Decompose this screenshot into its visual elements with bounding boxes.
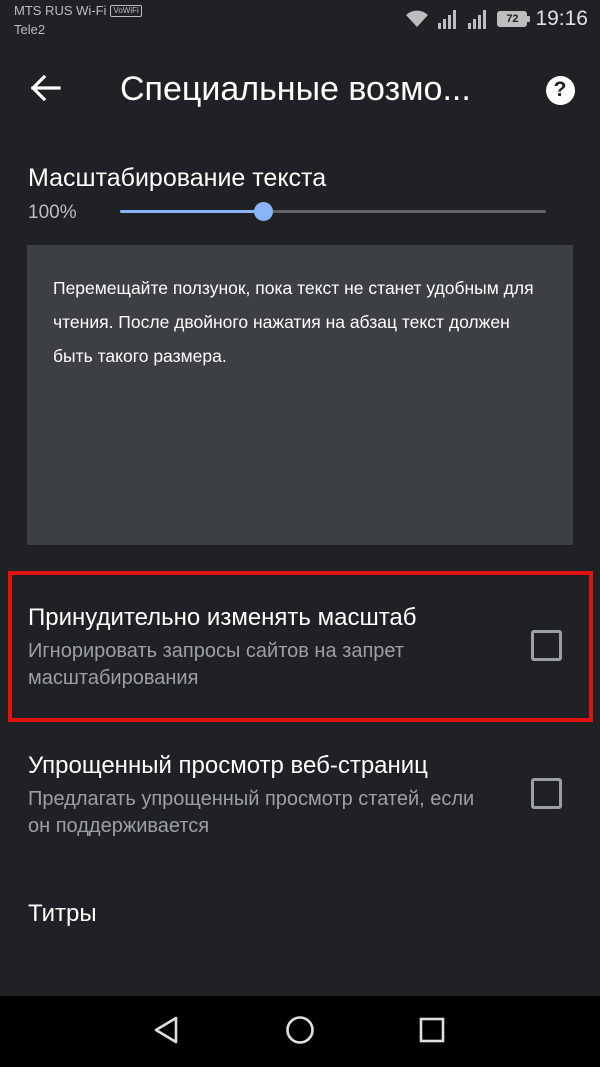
text-scaling-preview: Перемещайте ползунок, пока текст не стан…: [27, 245, 573, 545]
clock: 19:16: [535, 7, 588, 30]
circle-home-icon: [285, 1015, 315, 1050]
force-zoom-checkbox[interactable]: [531, 630, 562, 661]
square-recents-icon: [418, 1016, 446, 1049]
text-scaling-slider[interactable]: [120, 200, 546, 224]
nav-home-button[interactable]: [282, 1014, 318, 1050]
setting-force-zoom[interactable]: Принудительно изменять масштаб Игнориров…: [0, 590, 600, 710]
arrow-left-icon: [30, 74, 61, 106]
setting-captions[interactable]: Титры: [0, 886, 600, 946]
toolbar: Специальные возмо... ?: [0, 44, 600, 136]
setting-force-zoom-summary: Игнорировать запросы сайтов на запрет ма…: [28, 640, 405, 689]
simplified-view-checkbox[interactable]: [531, 778, 562, 809]
setting-simplified-view-title: Упрощенный просмотр веб-страниц: [28, 752, 428, 779]
carrier-primary: MTS RUS Wi-Fi VoWiFi: [14, 3, 142, 18]
vowifi-badge: VoWiFi: [110, 4, 142, 17]
preview-text: Перемещайте ползунок, пока текст не стан…: [53, 278, 534, 366]
triangle-back-icon: [152, 1015, 180, 1050]
signal-strength-icon: [437, 9, 459, 29]
setting-simplified-view[interactable]: Упрощенный просмотр веб-страниц Предлага…: [0, 738, 600, 858]
nav-back-button[interactable]: [148, 1014, 184, 1050]
navigation-bar: [0, 996, 600, 1067]
status-bar: MTS RUS Wi-Fi VoWiFi Tele2 72 19:16: [0, 0, 600, 44]
setting-force-zoom-title: Принудительно изменять масштаб: [28, 604, 417, 631]
setting-simplified-view-summary: Предлагать упрощенный просмотр статей, е…: [28, 788, 475, 837]
text-scaling-value: 100%: [28, 202, 77, 223]
slider-thumb[interactable]: [253, 202, 273, 221]
nav-recents-button[interactable]: [414, 1014, 450, 1050]
help-button[interactable]: ?: [540, 70, 580, 110]
carrier-secondary: Tele2: [14, 22, 46, 37]
status-icons: 72 19:16: [405, 6, 588, 32]
help-circle-icon: ?: [545, 75, 575, 105]
wifi-icon: [405, 10, 429, 28]
battery-icon: 72: [497, 11, 531, 27]
page-title: Специальные возмо...: [120, 70, 471, 108]
setting-captions-title: Титры: [28, 900, 97, 927]
carrier-primary-label: MTS RUS Wi-Fi: [14, 3, 107, 18]
signal-strength-icon-2: [467, 9, 489, 29]
back-button[interactable]: [24, 68, 68, 112]
slider-fill: [120, 210, 263, 213]
text-scaling-title: Масштабирование текста: [28, 164, 327, 192]
